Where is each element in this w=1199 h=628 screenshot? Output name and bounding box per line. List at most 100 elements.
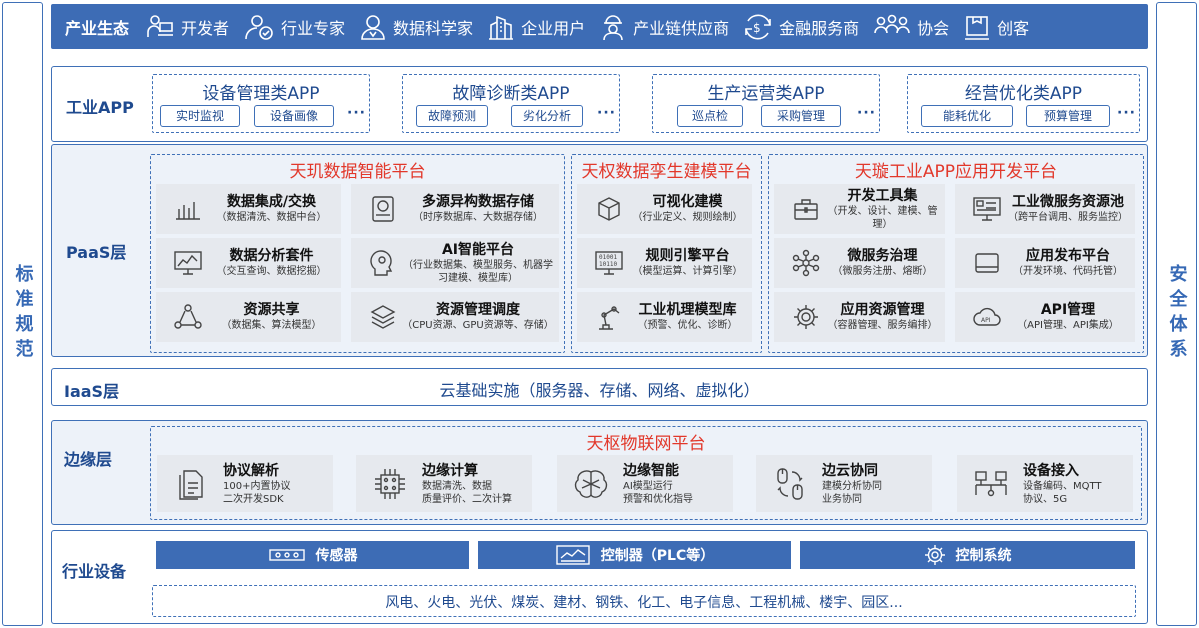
card-title: API管理: [1040, 302, 1096, 318]
card-title: 边云协同: [822, 462, 878, 479]
card-title: 边缘智能: [623, 462, 679, 479]
app-group-title: 生产运营类APP: [707, 84, 825, 104]
brain-icon: [574, 469, 608, 498]
card-sub: （开发环境、代码托管）: [1013, 266, 1123, 277]
storage-icon: [372, 196, 394, 222]
analytics-icon: [174, 251, 202, 275]
card-sub: （CPU资源、GPU资源等、存储）: [402, 320, 554, 331]
svg-text:01001: 01001: [599, 254, 617, 261]
eco-developer-label: 开发者: [181, 18, 230, 38]
industries-text: 风电、火电、光伏、煤炭、建材、钢铁、化工、电子信息、工程机械、楼宇、园区...: [385, 595, 903, 611]
card-title: 开发工具集: [847, 187, 918, 204]
card-sub: （模型运算、计算引擎）: [632, 266, 743, 277]
card-sub: （交互查询、数据挖掘）: [216, 266, 327, 277]
eco-supplier: 产业链供应商: [599, 13, 729, 41]
app-tag: 采购管理: [761, 105, 841, 127]
eco-maker: 创客: [963, 13, 1029, 41]
app-layer: 工业APP 设备管理类APP 实时监视 设备画像 ··· 故障诊断类APP 故障…: [51, 66, 1148, 142]
ecosystem-bar: 产业生态 开发者 行业专家 数据科学家 企业用户 产业链供应商 $ 金融服务商 …: [51, 4, 1148, 49]
window-icon: [975, 253, 999, 273]
card-title: 多源异构数据存储: [422, 194, 534, 210]
card-title: 工业机理模型库: [638, 302, 737, 318]
paas-card: 工业机理模型库 （预警、优化、诊断）: [577, 292, 752, 342]
eco-expert-label: 行业专家: [281, 18, 346, 38]
paas-card: 01001 10110 规则引擎平台 （模型运算、计算引擎）: [577, 238, 752, 288]
edge-card: 边缘计算 数据清洗、数据 质量评价、二次计算: [356, 455, 532, 512]
paas-card: 应用发布平台 （开发环境、代码托管）: [955, 238, 1135, 288]
card-sub: （微服务注册、熔断）: [832, 266, 933, 277]
card-title: 应用资源管理: [840, 302, 925, 318]
api-cloud-icon: API: [973, 307, 1001, 326]
network-icon: [792, 249, 820, 277]
sensor-icon: [268, 549, 305, 561]
cube-icon: [598, 197, 620, 221]
card-sub: 协议、5G: [1023, 493, 1068, 505]
eco-scientist-label: 数据科学家: [393, 18, 474, 38]
paas-card: AI智能平台 （行业数据集、模型服务、机器学习建模、模型库）: [351, 238, 559, 288]
paas-card: 资源管理调度 （CPU资源、GPU资源等、存储）: [351, 292, 559, 342]
standards-sidebar: 标准规范: [2, 2, 43, 626]
more-dots: ···: [1117, 105, 1136, 121]
paas-card: 资源共享 （数据集、算法模型）: [156, 292, 341, 342]
association-icon: [874, 14, 910, 33]
more-dots: ···: [857, 105, 876, 121]
paas-layer-title: PaaS层: [66, 243, 127, 262]
app-group: 经营优化类APP 能耗优化 预算管理 ···: [907, 74, 1140, 133]
device-label: 控制系统: [955, 548, 1012, 564]
gear-icon: [794, 305, 818, 329]
eco-association: 协会: [873, 13, 949, 41]
card-title: 边缘计算: [422, 462, 478, 479]
chip-icon: [375, 468, 405, 499]
paas-card: API API管理 （API管理、API集成）: [955, 292, 1135, 342]
scientist-icon: [361, 14, 385, 40]
app-tag: 劣化分析: [511, 105, 583, 127]
eco-enterprise: 企业用户: [487, 13, 585, 41]
enterprise-icon: [489, 15, 514, 40]
edge-card: 协议解析 100+内置协议 二次开发SDK: [157, 455, 333, 512]
ecosystem-title: 产业生态: [65, 18, 130, 38]
security-label: 安全体系: [1166, 264, 1188, 364]
platform-title: 天权数据孪生建模平台: [581, 162, 752, 182]
device-label: 传感器: [315, 548, 358, 564]
card-title: 设备接入: [1023, 462, 1079, 479]
eco-developer: 开发者: [145, 13, 229, 41]
card-sub: （时序数据库、大数据存储）: [413, 212, 543, 223]
app-group: 设备管理类APP 实时监视 设备画像 ···: [152, 74, 370, 133]
card-sub: （预警、优化、诊断）: [637, 320, 738, 331]
app-group-title: 设备管理类APP: [202, 84, 320, 104]
app-group-title: 故障诊断类APP: [452, 84, 570, 104]
paas-card: 开发工具集 （开发、设计、建模、管理）: [774, 184, 945, 234]
control-gear-icon: [924, 545, 945, 565]
card-sub: AI模型运行: [623, 480, 673, 492]
card-sub: （API管理、API集成）: [1017, 320, 1119, 331]
edge-layer-title: 边缘层: [64, 450, 113, 469]
platform-title: 天玑数据智能平台: [289, 162, 426, 182]
card-title: 数据分析套件: [229, 248, 314, 264]
ai-brain-icon: [370, 250, 393, 276]
industries-box: 风电、火电、光伏、煤炭、建材、钢铁、化工、电子信息、工程机械、楼宇、园区...: [152, 585, 1136, 617]
svg-text:10110: 10110: [599, 261, 617, 268]
eco-maker-label: 创客: [997, 18, 1030, 38]
device-label: 控制器（PLC等）: [600, 548, 715, 564]
eco-supplier-label: 产业链供应商: [633, 18, 730, 38]
paas-card: 多源异构数据存储 （时序数据库、大数据存储）: [351, 184, 559, 234]
svg-text:$: $: [753, 21, 761, 35]
share-icon: [174, 304, 202, 329]
card-title: 资源管理调度: [436, 302, 520, 318]
app-tag: 设备画像: [254, 105, 334, 127]
paas-card: 数据分析套件 （交互查询、数据挖掘）: [156, 238, 341, 288]
supplier-icon: [603, 14, 623, 40]
app-group: 生产运营类APP 巡点检 采购管理 ···: [652, 74, 880, 133]
edge-card: 边云协同 建模分析协同 业务协同: [756, 455, 932, 512]
platform-title: 天璇工业APP应用开发平台: [854, 162, 1058, 182]
card-sub: 设备编码、MQTT: [1023, 480, 1102, 492]
monitor-icon: [973, 197, 1001, 221]
sync-icon: [777, 467, 803, 500]
card-sub: 质量评价、二次计算: [422, 493, 512, 505]
toolbox-icon: [794, 199, 818, 220]
card-title: 可视化建模: [652, 194, 723, 210]
card-sub: （开发、设计、建模、管理）: [827, 205, 938, 230]
platform-title: 天枢物联网平台: [586, 434, 706, 454]
finance-icon: $: [745, 14, 771, 39]
card-title: 微服务治理: [847, 248, 918, 264]
